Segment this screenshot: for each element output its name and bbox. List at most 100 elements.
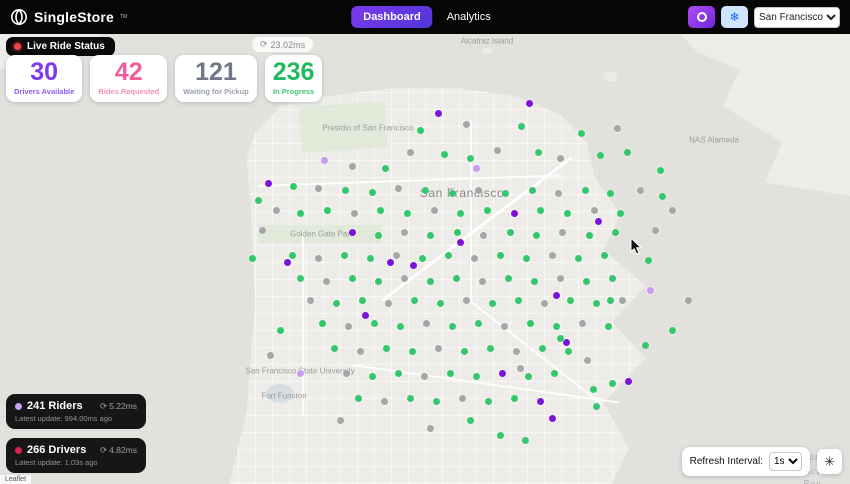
map-dot-g[interactable] — [497, 432, 504, 439]
map-dot-g[interactable] — [607, 297, 614, 304]
map-dot-n[interactable] — [435, 345, 442, 352]
map-dot-n[interactable] — [475, 187, 482, 194]
map-dot-g[interactable] — [607, 190, 614, 197]
map-dot-p[interactable] — [265, 180, 272, 187]
map-dot-n[interactable] — [431, 207, 438, 214]
settings-button[interactable]: ✳ — [817, 449, 842, 474]
map-dot-n[interactable] — [463, 297, 470, 304]
tab-analytics[interactable]: Analytics — [439, 6, 499, 28]
map-dot-n[interactable] — [541, 300, 548, 307]
map-dot-n[interactable] — [459, 395, 466, 402]
map-dot-g[interactable] — [454, 229, 461, 236]
map-dot-g[interactable] — [437, 300, 444, 307]
map-dot-n[interactable] — [513, 348, 520, 355]
map-dot-g[interactable] — [375, 232, 382, 239]
map-dot-n[interactable] — [579, 320, 586, 327]
refresh-interval-select[interactable]: 1s — [769, 452, 802, 471]
map-dot-n[interactable] — [337, 417, 344, 424]
map-dot-g[interactable] — [531, 278, 538, 285]
map-dot-n[interactable] — [273, 207, 280, 214]
map-dot-g[interactable] — [277, 327, 284, 334]
city-select[interactable]: San Francisco — [754, 6, 840, 28]
map-dot-n[interactable] — [669, 207, 676, 214]
map-dot-g[interactable] — [551, 370, 558, 377]
map-dot-g[interactable] — [505, 275, 512, 282]
map-dot-g[interactable] — [395, 370, 402, 377]
map-dot-n[interactable] — [315, 255, 322, 262]
map-dot-g[interactable] — [297, 275, 304, 282]
map-dot-g[interactable] — [457, 210, 464, 217]
map-dot-n[interactable] — [349, 163, 356, 170]
map-dot-p[interactable] — [537, 398, 544, 405]
map-dot-n[interactable] — [343, 370, 350, 377]
map-dot-n[interactable] — [517, 365, 524, 372]
map-dot-n[interactable] — [557, 155, 564, 162]
map-dot-g[interactable] — [349, 275, 356, 282]
map-dot-g[interactable] — [449, 323, 456, 330]
map-dot-g[interactable] — [617, 210, 624, 217]
map-dot-n[interactable] — [267, 352, 274, 359]
map-dot-g[interactable] — [609, 275, 616, 282]
map-dot-g[interactable] — [497, 252, 504, 259]
map-dot-n[interactable] — [501, 323, 508, 330]
map-dot-g[interactable] — [377, 207, 384, 214]
map-dot-g[interactable] — [518, 123, 525, 130]
map-dot-g[interactable] — [467, 417, 474, 424]
map-dot-g[interactable] — [422, 187, 429, 194]
map-dot-n[interactable] — [471, 255, 478, 262]
map-dot-g[interactable] — [537, 207, 544, 214]
map-dot-g[interactable] — [593, 403, 600, 410]
map-dot-g[interactable] — [409, 348, 416, 355]
map-dot-g[interactable] — [404, 210, 411, 217]
map-dot-g[interactable] — [487, 345, 494, 352]
map-dot-n[interactable] — [637, 187, 644, 194]
map-dot-g[interactable] — [533, 232, 540, 239]
map-dot-g[interactable] — [605, 323, 612, 330]
map-dot-n[interactable] — [584, 357, 591, 364]
map-dot-n[interactable] — [357, 348, 364, 355]
map-dot-p[interactable] — [526, 100, 533, 107]
map-dot-g[interactable] — [593, 300, 600, 307]
map-dot-g[interactable] — [289, 252, 296, 259]
map-dot-g[interactable] — [441, 151, 448, 158]
map-dot-g[interactable] — [522, 437, 529, 444]
map-dot-g[interactable] — [419, 255, 426, 262]
map-dot-g[interactable] — [445, 252, 452, 259]
map-dot-g[interactable] — [557, 335, 564, 342]
map-dot-g[interactable] — [485, 398, 492, 405]
map-dot-n[interactable] — [381, 398, 388, 405]
map-dot-g[interactable] — [407, 395, 414, 402]
map-dot-g[interactable] — [427, 232, 434, 239]
map-dot-g[interactable] — [383, 345, 390, 352]
map-dot-g[interactable] — [527, 320, 534, 327]
map-dot-g[interactable] — [249, 255, 256, 262]
map-dot-n[interactable] — [427, 425, 434, 432]
map-dot-g[interactable] — [341, 252, 348, 259]
map-dot-g[interactable] — [586, 232, 593, 239]
map-dot-g[interactable] — [359, 297, 366, 304]
map-dot-g[interactable] — [529, 187, 536, 194]
map-dot-p[interactable] — [284, 259, 291, 266]
map-dot-n[interactable] — [385, 300, 392, 307]
map-dot-n[interactable] — [407, 149, 414, 156]
map-dot-g[interactable] — [553, 323, 560, 330]
map-dot-g[interactable] — [523, 255, 530, 262]
map-dot-g[interactable] — [371, 320, 378, 327]
map-dot-n[interactable] — [307, 297, 314, 304]
map-dot-g[interactable] — [567, 297, 574, 304]
map-dot-g[interactable] — [575, 255, 582, 262]
map-dot-g[interactable] — [565, 348, 572, 355]
map-dot-g[interactable] — [467, 155, 474, 162]
map-dot-n[interactable] — [549, 252, 556, 259]
map-dot-n[interactable] — [479, 278, 486, 285]
map-dot-g[interactable] — [367, 255, 374, 262]
map-dot-g[interactable] — [417, 127, 424, 134]
map-dot-g[interactable] — [475, 320, 482, 327]
map-dot-n[interactable] — [559, 229, 566, 236]
map-dot-g[interactable] — [319, 320, 326, 327]
map-dot-n[interactable] — [393, 252, 400, 259]
map-dot-n[interactable] — [685, 297, 692, 304]
map-dot-n[interactable] — [323, 278, 330, 285]
map-dot-l[interactable] — [321, 157, 328, 164]
map-dot-g[interactable] — [535, 149, 542, 156]
